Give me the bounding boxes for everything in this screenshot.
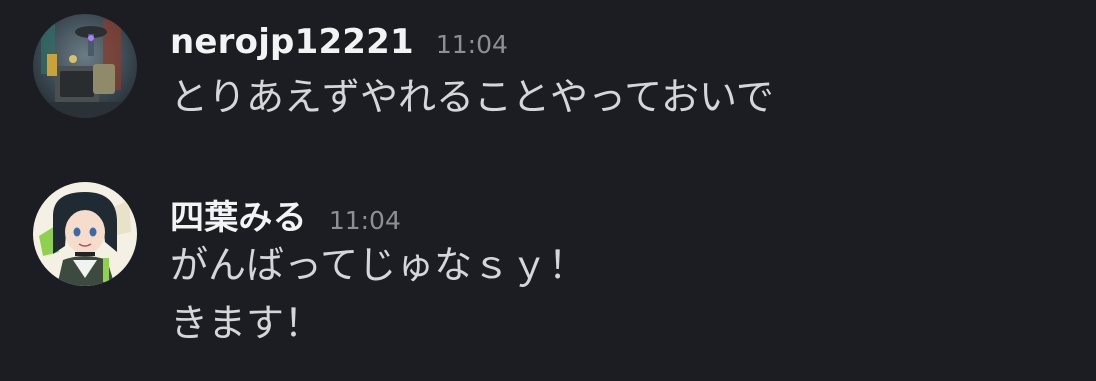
timestamp[interactable]: 11:04 [436,30,508,59]
username[interactable]: 四葉みる [170,190,307,239]
user-avatar[interactable] [33,182,137,286]
username[interactable]: nerojp12221 [170,22,414,62]
message-content: nerojp12221 11:04 とりあえずやれることやっておいで [170,22,1070,124]
anime-girl-avatar-icon [33,182,137,286]
message-text: とりあえずやれることやっておいで [170,75,774,119]
message-text: きます！ [170,301,323,345]
message-header: 四葉みる 11:04 [170,190,1070,238]
timestamp[interactable]: 11:04 [329,206,401,235]
chat-message-list: nerojp12221 11:04 とりあえずやれることやっておいで 四葉みる … [0,0,1096,381]
message-content: 四葉みる 11:04 がんばってじゅなｓｙ！ きます！ [170,190,1070,350]
user-avatar[interactable] [33,14,137,118]
message-text: がんばってじゅなｓｙ！ [170,243,587,287]
robot-avatar-icon [33,14,137,118]
message-header: nerojp12221 11:04 [170,22,1070,66]
